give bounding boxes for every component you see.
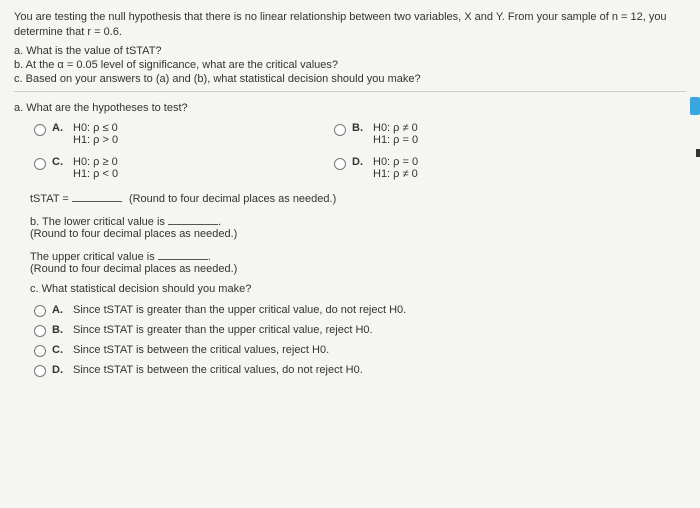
- radio-icon[interactable]: [334, 124, 346, 136]
- divider: [14, 91, 686, 92]
- question-page: You are testing the null hypothesis that…: [0, 0, 700, 508]
- choice-a-h1: H1: ρ > 0: [73, 134, 118, 146]
- tstat-note: (Round to four decimal places as needed.…: [129, 193, 336, 205]
- upper-cv-label: The upper critical value is: [30, 251, 155, 263]
- part-b-question: b. At the α = 0.05 level of significance…: [14, 59, 686, 71]
- decision-c-text: Since tSTAT is between the critical valu…: [73, 344, 329, 356]
- lower-cv-input[interactable]: [168, 213, 218, 225]
- choice-b-label: B.: [352, 122, 363, 134]
- radio-icon[interactable]: [34, 325, 46, 337]
- choice-c-h1: H1: ρ < 0: [73, 168, 118, 180]
- radio-icon[interactable]: [34, 124, 46, 136]
- choice-b-h1: H1: ρ = 0: [373, 134, 418, 146]
- tstat-row: tSTAT = (Round to four decimal places as…: [30, 190, 686, 205]
- lower-cv-label: b. The lower critical value is: [30, 216, 165, 228]
- choice-b-h0: H0: ρ ≠ 0: [373, 122, 418, 134]
- choice-d-h1: H1: ρ ≠ 0: [373, 168, 418, 180]
- choice-d[interactable]: D. H0: ρ = 0 H1: ρ ≠ 0: [334, 156, 594, 180]
- section-c-prompt: c. What statistical decision should you …: [30, 283, 686, 295]
- page-edge-marker: [696, 149, 700, 157]
- problem-statement: You are testing the null hypothesis that…: [14, 10, 686, 41]
- tstat-input[interactable]: [72, 190, 122, 202]
- decision-b-text: Since tSTAT is greater than the upper cr…: [73, 324, 373, 336]
- choice-a[interactable]: A. H0: ρ ≤ 0 H1: ρ > 0: [34, 122, 294, 146]
- choice-a-label: A.: [52, 122, 63, 134]
- part-a-question: a. What is the value of tSTAT?: [14, 45, 686, 57]
- decision-a-label: A.: [52, 304, 63, 316]
- decision-d[interactable]: D. Since tSTAT is between the critical v…: [34, 363, 686, 377]
- decision-d-text: Since tSTAT is between the critical valu…: [73, 364, 363, 376]
- radio-icon[interactable]: [34, 345, 46, 357]
- choice-d-label: D.: [352, 156, 363, 168]
- lower-cv-row: b. The lower critical value is .: [30, 213, 686, 228]
- decision-b[interactable]: B. Since tSTAT is greater than the upper…: [34, 323, 686, 337]
- upper-cv-row: The upper critical value is .: [30, 248, 686, 263]
- radio-icon[interactable]: [34, 305, 46, 317]
- choice-c-label: C.: [52, 156, 63, 168]
- decision-b-label: B.: [52, 324, 63, 336]
- decision-choices: A. Since tSTAT is greater than the upper…: [34, 303, 686, 377]
- lower-cv-note: (Round to four decimal places as needed.…: [30, 228, 686, 240]
- upper-cv-note: (Round to four decimal places as needed.…: [30, 263, 686, 275]
- hypotheses-choices: A. H0: ρ ≤ 0 H1: ρ > 0 B. H0: ρ ≠ 0 H1: …: [34, 122, 594, 180]
- decision-a-text: Since tSTAT is greater than the upper cr…: [73, 304, 406, 316]
- decision-a[interactable]: A. Since tSTAT is greater than the upper…: [34, 303, 686, 317]
- upper-cv-input[interactable]: [158, 248, 208, 260]
- choice-b[interactable]: B. H0: ρ ≠ 0 H1: ρ = 0: [334, 122, 594, 146]
- radio-icon[interactable]: [34, 365, 46, 377]
- radio-icon[interactable]: [334, 158, 346, 170]
- choice-d-h0: H0: ρ = 0: [373, 156, 418, 168]
- decision-c[interactable]: C. Since tSTAT is between the critical v…: [34, 343, 686, 357]
- scrollbar-thumb[interactable]: [690, 97, 700, 115]
- choice-c[interactable]: C. H0: ρ ≥ 0 H1: ρ < 0: [34, 156, 294, 180]
- tstat-label: tSTAT =: [30, 193, 69, 205]
- choice-c-h0: H0: ρ ≥ 0: [73, 156, 118, 168]
- choice-a-h0: H0: ρ ≤ 0: [73, 122, 118, 134]
- decision-c-label: C.: [52, 344, 63, 356]
- part-c-question: c. Based on your answers to (a) and (b),…: [14, 73, 686, 85]
- hypotheses-prompt: a. What are the hypotheses to test?: [14, 102, 686, 114]
- radio-icon[interactable]: [34, 158, 46, 170]
- decision-d-label: D.: [52, 364, 63, 376]
